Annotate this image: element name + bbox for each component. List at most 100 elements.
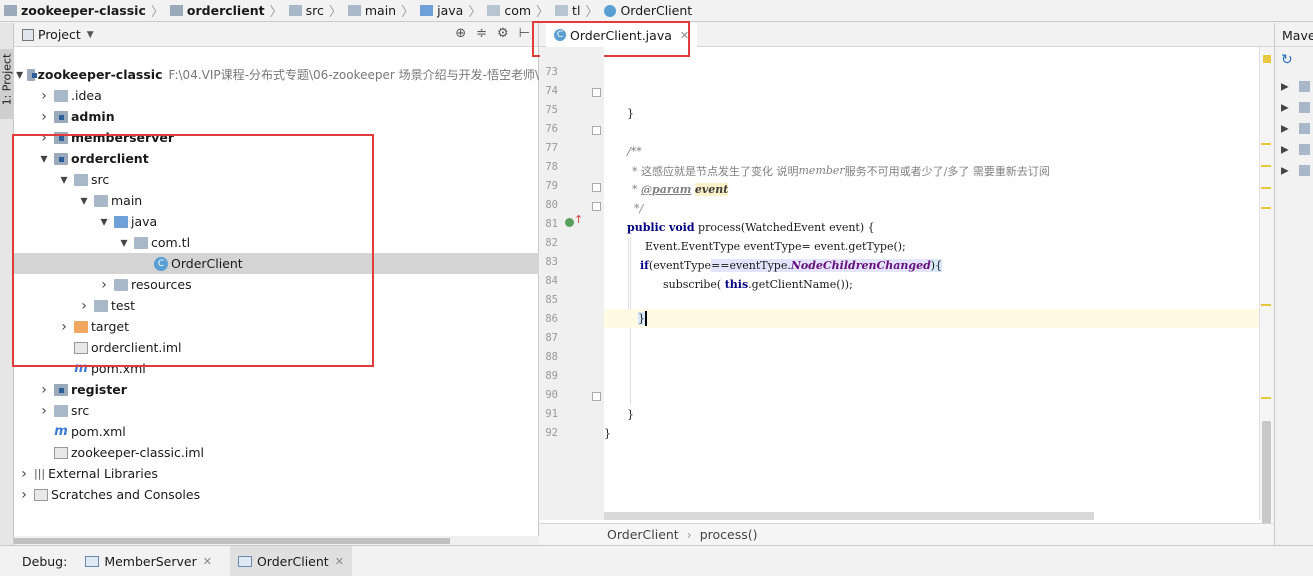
editor-tab-bar: C OrderClient.java ✕ bbox=[540, 23, 1273, 47]
fold-marker-icon[interactable] bbox=[592, 202, 601, 211]
locate-icon[interactable]: ⊕ bbox=[455, 26, 466, 41]
breadcrumb-item[interactable]: orderclient bbox=[168, 0, 267, 21]
tree-item-label: External Libraries bbox=[48, 466, 158, 481]
fold-marker-icon[interactable] bbox=[592, 88, 601, 97]
project-view-icon bbox=[22, 28, 34, 41]
chevron-right-icon[interactable]: › bbox=[78, 298, 90, 314]
chevron-down-icon[interactable]: ▼ bbox=[87, 30, 94, 40]
tree-item[interactable]: m pom.xml bbox=[14, 421, 539, 442]
overrides-arrow-icon[interactable]: ↑ bbox=[574, 213, 583, 226]
tree-item[interactable]: C OrderClient bbox=[14, 253, 539, 274]
tree-item[interactable]: m pom.xml bbox=[14, 358, 539, 379]
refresh-icon[interactable]: ↻ bbox=[1281, 52, 1293, 68]
chevron-right-icon[interactable]: › bbox=[38, 382, 50, 398]
module-folder-icon bbox=[4, 5, 17, 16]
tree-item[interactable]: › target bbox=[14, 316, 539, 337]
hide-icon[interactable]: ⊢ bbox=[519, 26, 530, 41]
breadcrumb-item[interactable]: main bbox=[346, 0, 398, 21]
project-horizontal-scrollbar[interactable] bbox=[14, 536, 539, 545]
fold-marker-icon[interactable] bbox=[592, 126, 601, 135]
breadcrumb-item[interactable]: java bbox=[418, 0, 465, 21]
resources-folder-icon bbox=[114, 278, 128, 291]
tree-item[interactable]: › register bbox=[14, 379, 539, 400]
tree-item[interactable]: ▾ com.tl bbox=[14, 232, 539, 253]
tree-item-label: com.tl bbox=[151, 235, 191, 250]
chevron-down-icon[interactable]: ▾ bbox=[16, 67, 23, 83]
chevron-right-icon[interactable]: › bbox=[38, 109, 50, 125]
editor-vertical-scrollbar[interactable] bbox=[1262, 421, 1271, 533]
maven-panel-title[interactable]: Mave bbox=[1275, 23, 1313, 47]
maven-tree-item[interactable]: ▶ bbox=[1281, 123, 1310, 135]
tree-item[interactable]: › admin bbox=[14, 106, 539, 127]
chevron-right-icon[interactable]: › bbox=[38, 130, 50, 146]
module-folder-icon bbox=[27, 68, 38, 81]
debug-label: Debug: bbox=[22, 553, 68, 569]
project-panel-title[interactable]: Project bbox=[38, 27, 81, 42]
chevron-right-icon: 〉 bbox=[585, 5, 599, 20]
fold-marker-icon[interactable] bbox=[592, 392, 601, 401]
breadcrumb-item[interactable]: com bbox=[485, 0, 533, 21]
tree-item[interactable]: ▾ main bbox=[14, 190, 539, 211]
tree-item-path: F:\04.VIP课程-分布式专题\06-zookeeper 场景介绍与开发-悟… bbox=[168, 68, 540, 82]
breadcrumb-item[interactable]: OrderClient bbox=[602, 0, 694, 21]
module-folder-icon bbox=[54, 152, 68, 165]
chevron-right-icon[interactable]: › bbox=[18, 487, 30, 503]
tree-item[interactable]: zookeeper-classic.iml bbox=[14, 442, 539, 463]
tree-item[interactable]: ▾ orderclient bbox=[14, 148, 539, 169]
breadcrumb-item[interactable]: zookeeper-classic bbox=[2, 0, 148, 21]
debug-tab-orderclient[interactable]: OrderClient ✕ bbox=[229, 545, 352, 576]
tree-item[interactable]: ▾ src bbox=[14, 169, 539, 190]
maven-tree-item[interactable]: ▶ bbox=[1281, 144, 1310, 156]
debug-tab-memberserver[interactable]: MemberServer ✕ bbox=[77, 546, 220, 576]
line-number: 84 bbox=[545, 275, 558, 287]
breadcrumb-item[interactable]: src bbox=[287, 0, 326, 21]
chevron-down-icon[interactable]: ▾ bbox=[78, 193, 90, 209]
code-area[interactable]: } /** * 这感应就是节点发生了变化 说明 member 服务不可用或者少了/多… bbox=[604, 47, 1273, 520]
collapse-all-icon[interactable]: ≑ bbox=[476, 26, 487, 41]
implements-method-icon[interactable] bbox=[565, 218, 574, 227]
module-folder-icon bbox=[54, 383, 68, 396]
chevron-down-icon[interactable]: ▾ bbox=[98, 214, 110, 230]
fold-marker-icon[interactable] bbox=[592, 183, 601, 192]
chevron-down-icon[interactable]: ▾ bbox=[58, 172, 70, 188]
inspection-status-icon[interactable] bbox=[1263, 55, 1271, 63]
chevron-right-icon[interactable]: › bbox=[38, 403, 50, 419]
package-icon bbox=[487, 5, 501, 16]
code-line-90: } bbox=[627, 408, 634, 421]
chevron-right-icon[interactable]: › bbox=[98, 277, 110, 293]
tree-item[interactable]: › src bbox=[14, 400, 539, 421]
line-number: 92 bbox=[545, 427, 558, 439]
close-icon[interactable]: ✕ bbox=[335, 555, 344, 568]
maven-tree-item[interactable]: ▶ bbox=[1281, 81, 1310, 93]
maven-icon: m bbox=[74, 361, 88, 376]
close-icon[interactable]: ✕ bbox=[680, 29, 689, 42]
tree-item[interactable]: › resources bbox=[14, 274, 539, 295]
code-line-74: } bbox=[627, 107, 634, 120]
gear-icon[interactable]: ⚙ bbox=[497, 26, 509, 41]
tree-item[interactable]: › test bbox=[14, 295, 539, 316]
tree-item[interactable]: › ||| External Libraries bbox=[14, 463, 539, 484]
breadcrumb-item[interactable]: tl bbox=[553, 0, 582, 21]
iml-file-icon bbox=[74, 341, 88, 354]
project-tool-window-label[interactable]: 1: Project bbox=[1, 47, 14, 113]
close-icon[interactable]: ✕ bbox=[203, 555, 212, 568]
editor-horizontal-scrollbar[interactable] bbox=[604, 512, 1094, 520]
tree-item[interactable]: orderclient.iml bbox=[14, 337, 539, 358]
chevron-down-icon[interactable]: ▾ bbox=[118, 235, 130, 251]
tree-item-label: memberserver bbox=[71, 130, 174, 145]
chevron-right-icon[interactable]: › bbox=[38, 88, 50, 104]
editor-tab-orderclient[interactable]: C OrderClient.java ✕ bbox=[546, 23, 698, 47]
tree-item[interactable]: › .idea bbox=[14, 85, 539, 106]
tree-item[interactable]: › memberserver bbox=[14, 127, 539, 148]
chevron-down-icon[interactable]: ▾ bbox=[38, 151, 50, 167]
editor-breadcrumb-method[interactable]: process() bbox=[700, 527, 758, 542]
tree-item-label: admin bbox=[71, 109, 115, 124]
tree-item[interactable]: ▾ zookeeper-classic F:\04.VIP课程-分布式专题\06-z… bbox=[14, 64, 539, 85]
editor-breadcrumb-class[interactable]: OrderClient bbox=[607, 527, 679, 542]
maven-tree-item[interactable]: ▶ bbox=[1281, 165, 1310, 177]
tree-item[interactable]: › Scratches and Consoles bbox=[14, 484, 539, 505]
chevron-right-icon[interactable]: › bbox=[58, 319, 70, 335]
maven-tree-item[interactable]: ▶ bbox=[1281, 102, 1310, 114]
tree-item[interactable]: ▾ java bbox=[14, 211, 539, 232]
chevron-right-icon[interactable]: › bbox=[18, 466, 30, 482]
